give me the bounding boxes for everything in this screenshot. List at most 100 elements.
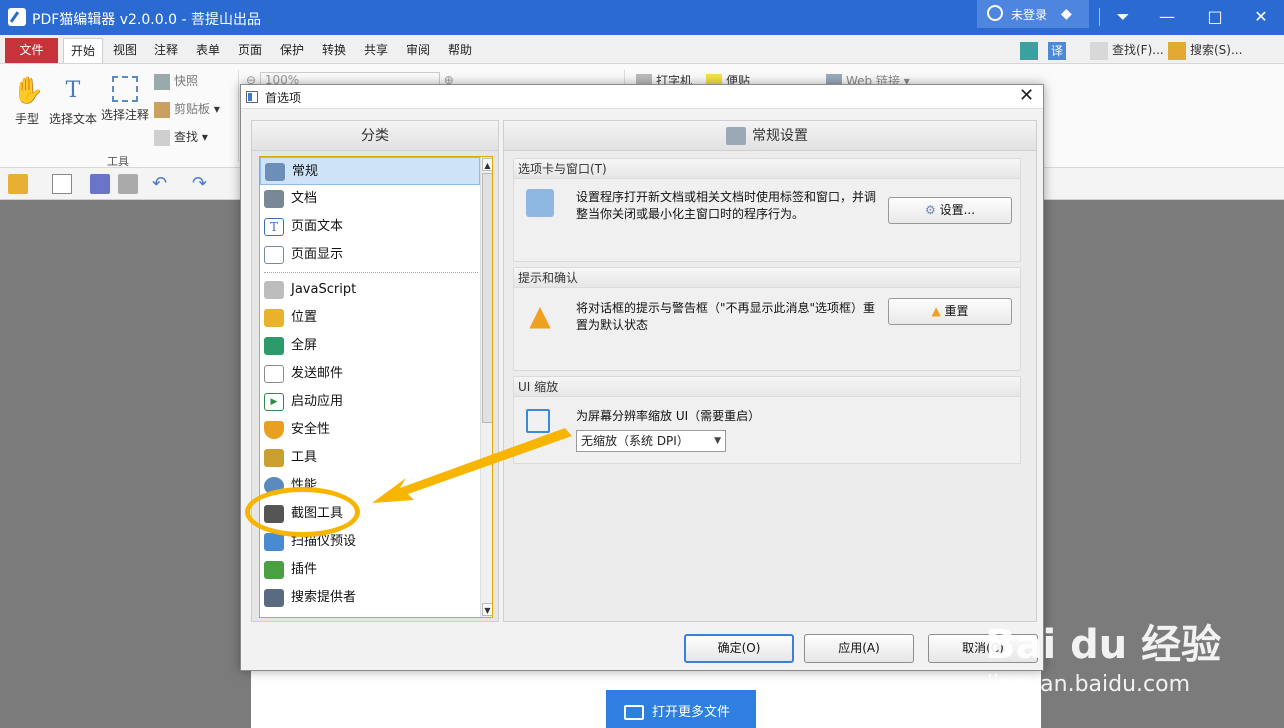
tabs-section-header: 选项卡与窗口(T): [514, 159, 1020, 179]
category-item-search-providers[interactable]: 搜索提供者: [260, 584, 480, 612]
category-label: 常规: [292, 164, 319, 179]
page-display-icon: [264, 246, 284, 264]
category-item-plugins[interactable]: 插件: [260, 556, 480, 584]
translate-icon[interactable]: 译: [1048, 41, 1066, 60]
category-item-location[interactable]: 位置: [260, 304, 480, 332]
category-item-document[interactable]: 文档: [260, 185, 480, 213]
minimize-button[interactable]: —: [1152, 4, 1182, 30]
search-menu-item[interactable]: 搜索(S)...: [1168, 39, 1242, 61]
settings-panel: 常规设置 选项卡与窗口(T) 设置程序打开新文档或相关文档时使用标签和窗口，并调…: [503, 120, 1037, 622]
tools-icon: [264, 449, 284, 467]
find-label: 查找(F)...: [1112, 43, 1164, 57]
settings-title: 常规设置: [752, 128, 808, 144]
new-document-icon[interactable]: [52, 174, 72, 194]
reset-button[interactable]: ▲ 重置: [888, 298, 1012, 325]
tab-review[interactable]: 审阅: [400, 38, 436, 63]
category-panel: 分类 常规 文档 T 页面文本 页面显示 JavaScript 位置 全屏 发送邮…: [251, 120, 499, 622]
category-label: 搜索提供者: [291, 590, 357, 605]
category-item-tools[interactable]: 工具: [260, 444, 480, 472]
ribbon-divider: [238, 70, 239, 162]
clipboard-button[interactable]: 剪贴板 ▾: [154, 100, 220, 118]
category-list[interactable]: 常规 文档 T 页面文本 页面显示 JavaScript 位置 全屏 发送邮件 ▶…: [259, 156, 493, 618]
apply-button[interactable]: 应用(A): [804, 634, 914, 663]
category-label: 安全性: [291, 422, 331, 437]
user-avatar-icon: [987, 5, 1003, 21]
tab-share[interactable]: 共享: [358, 38, 394, 63]
undo-icon[interactable]: ↶: [152, 174, 172, 194]
dialog-title-bar: 首选项 ✕: [241, 85, 1043, 109]
category-label: 页面文本: [291, 219, 344, 234]
warning-icon: ▲: [529, 299, 551, 332]
redo-icon[interactable]: ↷: [192, 174, 212, 194]
category-item-javascript[interactable]: JavaScript: [260, 276, 480, 304]
category-item-general[interactable]: 常规: [260, 157, 480, 185]
select-text-button[interactable]: T 选择文本: [48, 76, 98, 127]
open-more-files-button[interactable]: 打开更多文件: [606, 690, 756, 728]
tabs-windows-section: 选项卡与窗口(T) 设置程序打开新文档或相关文档时使用标签和窗口，并调 整当你关…: [513, 158, 1021, 262]
open-folder-icon[interactable]: [8, 174, 28, 194]
settings-small-icon: ⚙: [924, 203, 940, 217]
snapshot-button[interactable]: 快照: [154, 72, 198, 90]
hand-icon: ✋: [12, 76, 45, 106]
hand-tool-button[interactable]: ✋ 手型: [8, 76, 46, 127]
tabs-description: 设置程序打开新文档或相关文档时使用标签和窗口，并调 整当你关闭或最小化主窗口时的…: [576, 189, 876, 223]
category-item-page-display[interactable]: 页面显示: [260, 241, 480, 269]
select-text-label: 选择文本: [48, 112, 97, 126]
tab-annotate[interactable]: 注释: [148, 38, 184, 63]
ui-scaling-select[interactable]: 无缩放（系统 DPI） ▼: [576, 430, 726, 452]
maximize-button[interactable]: □: [1200, 4, 1230, 30]
category-item-send-mail[interactable]: 发送邮件: [260, 360, 480, 388]
vip-diamond-icon: ◆: [1061, 6, 1072, 22]
find-doc-icon: [1090, 41, 1108, 60]
scroll-up-arrow-icon[interactable]: ▲: [482, 158, 492, 171]
prompts-description: 将对话框的提示与警告框（"不再显示此消息"选项框）重 置为默认状态: [576, 300, 875, 334]
tabs-settings-button[interactable]: ⚙ 设置...: [888, 197, 1012, 224]
tab-protect[interactable]: 保护: [274, 38, 310, 63]
preferences-dialog: 首选项 ✕ 分类 常规 文档 T 页面文本 页面显示 JavaScript 位置 …: [240, 84, 1044, 671]
save-icon[interactable]: [90, 174, 110, 194]
menu-dropdown-button[interactable]: ⏷: [1108, 4, 1138, 30]
tab-pages[interactable]: 页面: [232, 38, 268, 63]
watermark-url: jingyan.baidu.com: [987, 672, 1191, 697]
ui-scaling-section: UI 缩放 为屏幕分辨率缩放 UI（需要重启） 无缩放（系统 DPI） ▼: [513, 376, 1021, 464]
binoculars-icon: [264, 589, 284, 607]
print-icon[interactable]: [118, 174, 138, 194]
shield-icon: [264, 421, 284, 439]
search-label: 搜索(S)...: [1190, 43, 1243, 57]
ok-button[interactable]: 确定(O): [684, 634, 794, 663]
find-menu-item[interactable]: 查找(F)...: [1090, 39, 1164, 61]
find-button[interactable]: 查找 ▾: [154, 128, 208, 146]
close-window-button[interactable]: ✕: [1246, 4, 1276, 30]
category-item-launch-app[interactable]: ▶ 启动应用: [260, 388, 480, 416]
category-scrollbar[interactable]: ▲ ▼: [480, 157, 492, 617]
tab-home[interactable]: 开始: [63, 38, 103, 63]
tab-view[interactable]: 视图: [107, 38, 143, 63]
puzzle-icon: [264, 561, 284, 579]
find-ribbon-label: 查找: [174, 130, 199, 144]
tab-convert[interactable]: 转换: [316, 38, 352, 63]
select-annotation-icon: [112, 76, 138, 102]
baidu-watermark: Bai du 经验 jingyan.baidu.com: [985, 582, 1275, 702]
category-label: 发送邮件: [291, 366, 344, 381]
reset-warning-icon: ▲: [931, 304, 945, 318]
tab-help[interactable]: 帮助: [442, 38, 478, 63]
category-item-fullscreen[interactable]: 全屏: [260, 332, 480, 360]
file-menu-button[interactable]: 文件: [5, 38, 58, 63]
category-item-security[interactable]: 安全性: [260, 416, 480, 444]
fit-page-icon[interactable]: [1020, 41, 1038, 60]
titlebar-divider: [1099, 8, 1100, 26]
scroll-down-arrow-icon[interactable]: ▼: [482, 603, 492, 616]
watermark-brand: Bai du 经验: [985, 622, 1222, 668]
tabs-settings-label: 设置...: [939, 203, 976, 217]
category-label: 启动应用: [291, 394, 344, 409]
user-account-button[interactable]: 未登录 ◆: [977, 0, 1089, 28]
select-annotation-button[interactable]: 选择注释: [100, 76, 150, 123]
hand-label: 手型: [14, 112, 39, 126]
dialog-close-button[interactable]: ✕: [1019, 86, 1034, 106]
document-icon: [264, 190, 284, 208]
tab-forms[interactable]: 表单: [190, 38, 226, 63]
scroll-thumb[interactable]: [482, 173, 492, 423]
category-item-page-text[interactable]: T 页面文本: [260, 213, 480, 241]
select-text-icon: T: [65, 78, 81, 103]
scanner-icon: [264, 533, 284, 551]
